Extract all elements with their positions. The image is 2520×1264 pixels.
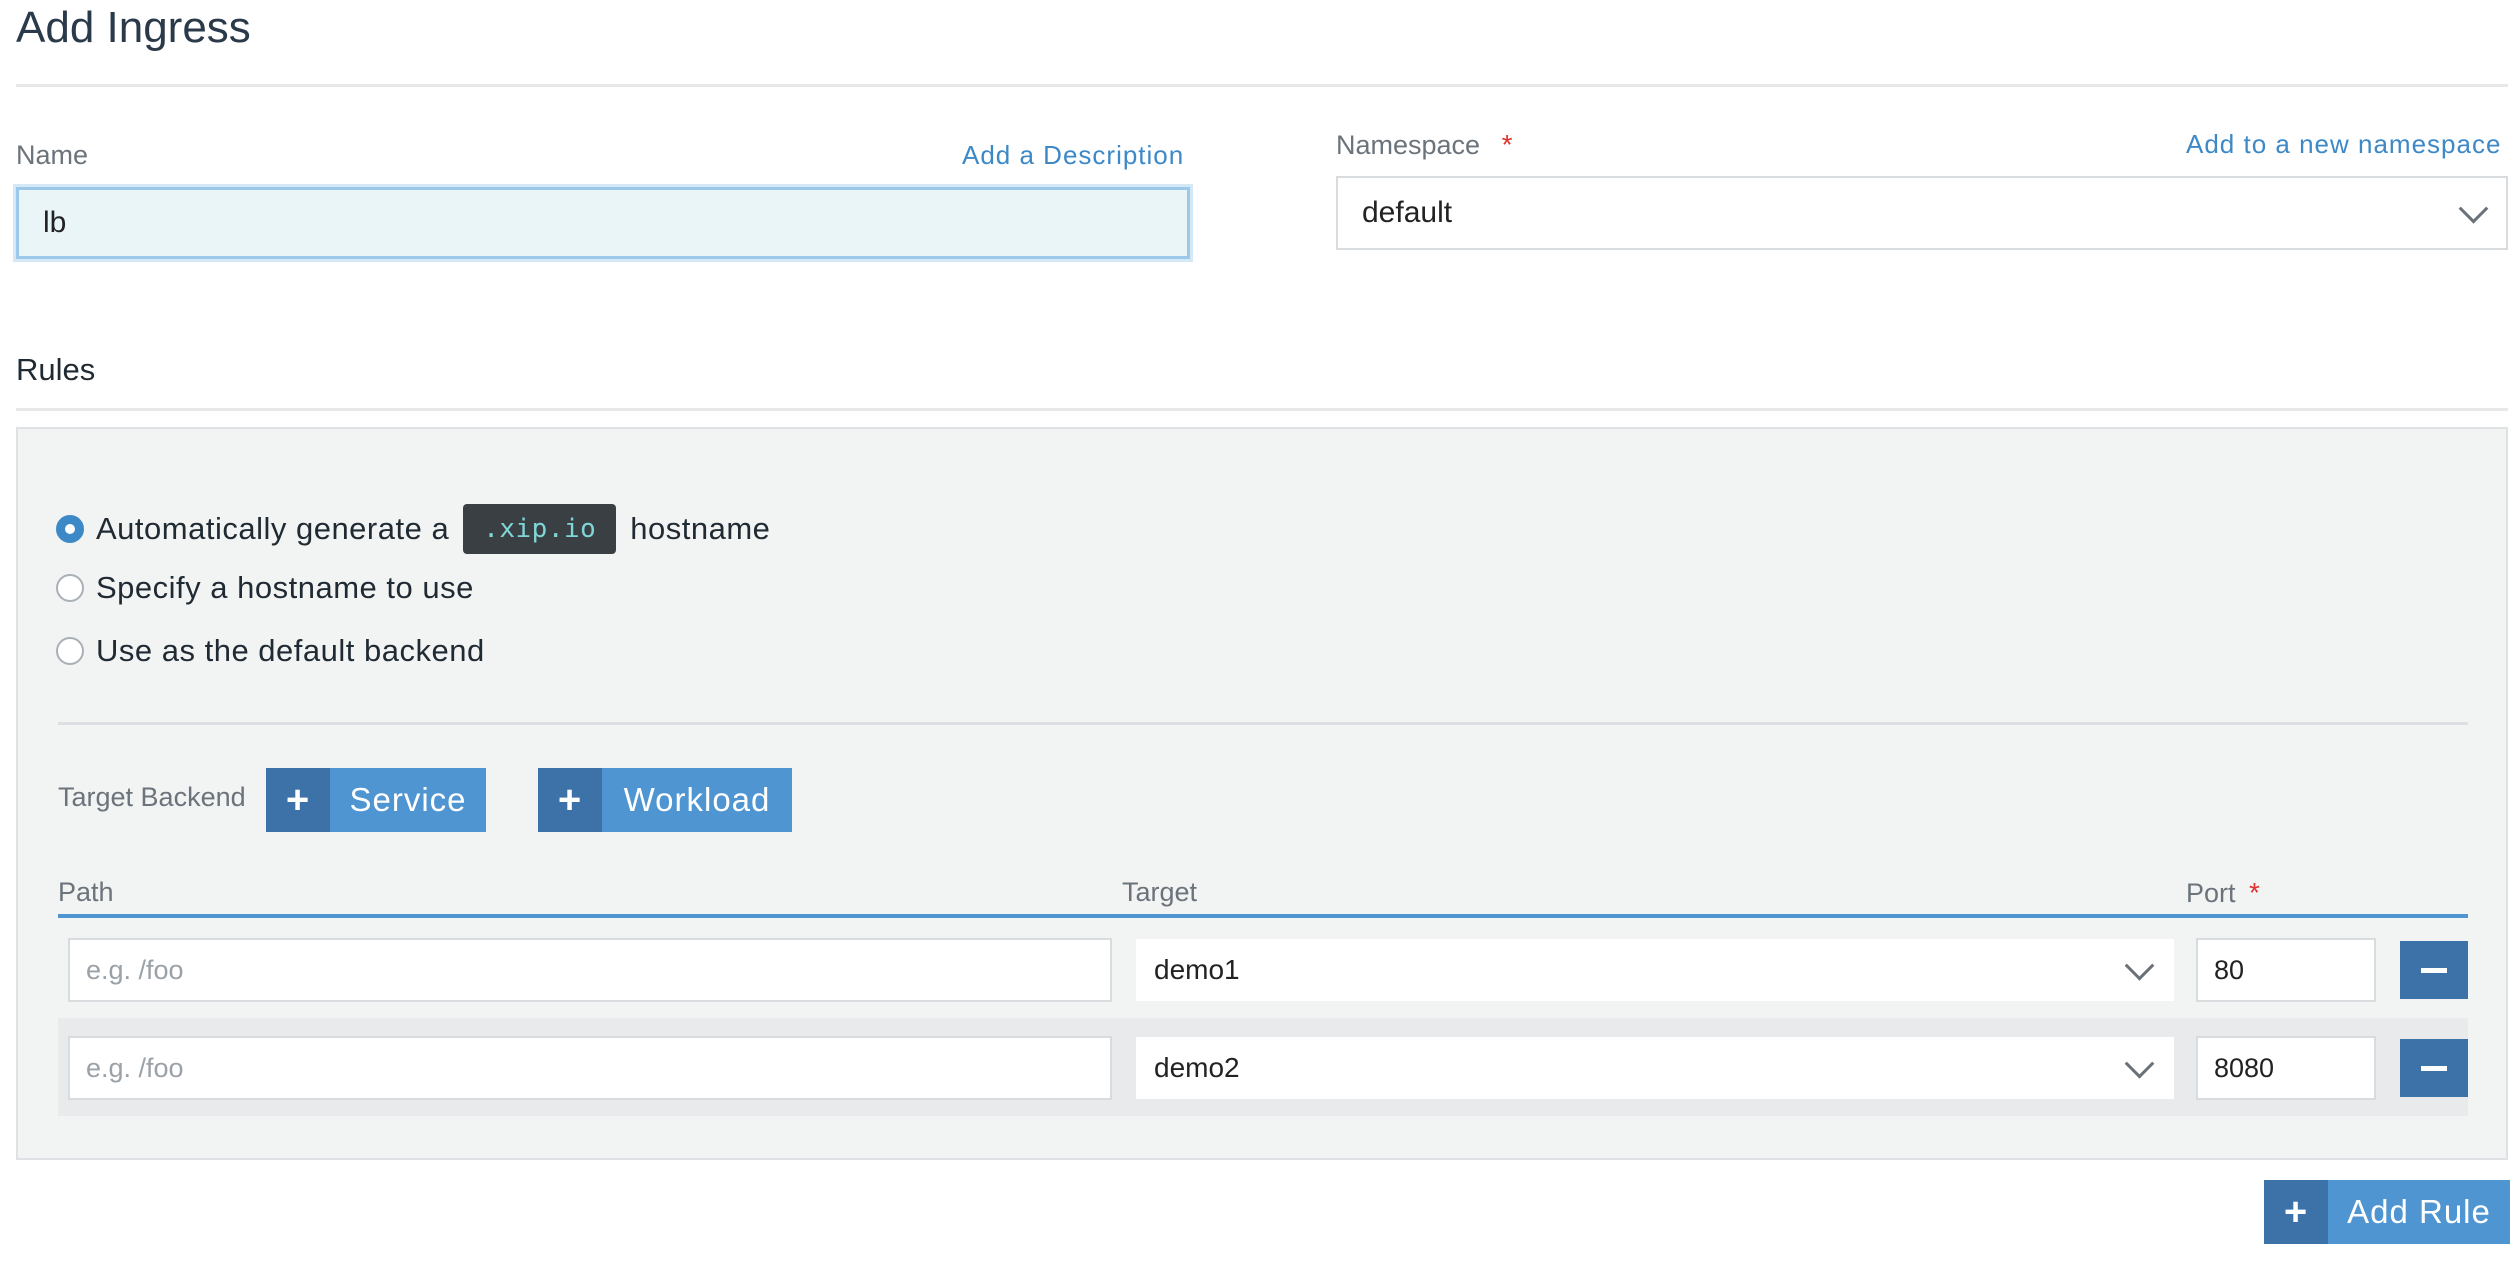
target-select[interactable]: demo2 (1136, 1037, 2174, 1099)
target-select-value: demo2 (1154, 1052, 1240, 1083)
target-backend-label: Target Backend (58, 782, 246, 812)
path-input[interactable]: e.g. /foo (68, 1036, 1112, 1100)
radio-button-selected[interactable] (56, 515, 84, 543)
port-input-value: 8080 (2214, 1052, 2275, 1083)
chevron-down-icon (2124, 950, 2155, 981)
remove-row-button[interactable] (2400, 1039, 2468, 1097)
minus-icon (2421, 1065, 2447, 1071)
port-required-mark: * (2249, 877, 2260, 908)
radio-auto-xip[interactable]: Automatically generate a .xip.io hostnam… (56, 504, 770, 554)
target-select-value: demo1 (1154, 954, 1240, 985)
port-column-header: Port * (2186, 877, 2260, 908)
port-input[interactable]: 8080 (2196, 1036, 2376, 1100)
table-header-line (58, 914, 2468, 918)
namespace-select[interactable]: default (1336, 176, 2508, 250)
path-input[interactable]: e.g. /foo (68, 938, 1112, 1002)
panel-divider (58, 722, 2468, 725)
add-workload-button[interactable]: + Workload (538, 768, 792, 832)
plus-icon: + (266, 768, 330, 832)
plus-icon: + (2264, 1180, 2328, 1244)
chevron-down-icon (2458, 193, 2489, 224)
namespace-required-mark: * (1501, 129, 1513, 160)
rules-divider (16, 408, 2508, 411)
title-divider (16, 84, 2508, 87)
target-select[interactable]: demo1 (1136, 939, 2174, 1001)
rules-heading: Rules (16, 352, 96, 387)
add-namespace-link[interactable]: Add to a new namespace (2186, 129, 2501, 160)
add-rule-button[interactable]: + Add Rule (2264, 1180, 2510, 1244)
name-input[interactable]: lb (16, 187, 1190, 259)
path-column-header: Path (58, 877, 114, 907)
target-column-header: Target (1122, 877, 1198, 907)
namespace-select-value: default (1362, 196, 1453, 229)
radio-button[interactable] (56, 637, 84, 665)
name-label: Name (16, 140, 89, 170)
add-service-button[interactable]: + Service (266, 768, 486, 832)
name-input-value: lb (43, 206, 67, 239)
remove-row-button[interactable] (2400, 941, 2468, 999)
radio-default-backend[interactable]: Use as the default backend (56, 633, 485, 669)
plus-icon: + (538, 768, 602, 832)
path-input-placeholder: e.g. /foo (86, 1052, 184, 1083)
radio-button[interactable] (56, 574, 84, 602)
minus-icon (2421, 967, 2447, 973)
radio-specify-hostname[interactable]: Specify a hostname to use (56, 570, 474, 606)
namespace-label: Namespace * (1336, 129, 1513, 160)
path-input-placeholder: e.g. /foo (86, 954, 184, 985)
xip-code-badge: .xip.io (463, 504, 617, 554)
page-title: Add Ingress (16, 3, 251, 52)
port-input[interactable]: 80 (2196, 938, 2376, 1002)
add-description-link[interactable]: Add a Description (962, 140, 1184, 171)
chevron-down-icon (2124, 1048, 2155, 1079)
port-input-value: 80 (2214, 954, 2245, 985)
